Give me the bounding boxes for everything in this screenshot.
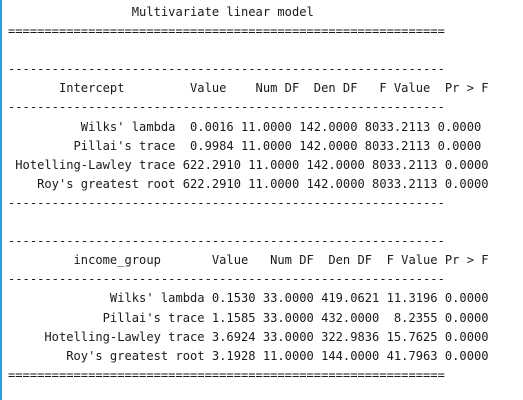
separator-single: ----------------------------------------… — [8, 195, 445, 210]
separator-single: ----------------------------------------… — [8, 100, 445, 115]
income-group-pillai-row: Pillai's trace 1.1585 33.0000 432.0000 8… — [8, 310, 489, 325]
output-title: Multivariate linear model — [8, 5, 314, 19]
income-group-header-row: income_group Value Num DF Den DF F Value… — [8, 253, 489, 268]
intercept-roy-row: Roy's greatest root 622.2910 11.0000 142… — [8, 176, 489, 191]
income-group-wilks-row: Wilks' lambda 0.1530 33.0000 419.0621 11… — [8, 291, 489, 306]
separator-single: ----------------------------------------… — [8, 62, 445, 77]
intercept-header-row: Intercept Value Num DF Den DF F Value Pr… — [8, 81, 489, 96]
mv-test-output: Multivariate linear model ===============… — [8, 3, 489, 385]
cell-output-indicator — [0, 0, 2, 400]
separator-single: ----------------------------------------… — [8, 272, 445, 287]
income-group-hotelling-row: Hotelling-Lawley trace 3.6924 33.0000 32… — [8, 329, 489, 344]
separator-double: ========================================… — [8, 24, 445, 39]
intercept-wilks-row: Wilks' lambda 0.0016 11.0000 142.0000 80… — [8, 119, 482, 134]
intercept-hotelling-row: Hotelling-Lawley trace 622.2910 11.0000 … — [8, 157, 489, 172]
income-group-roy-row: Roy's greatest root 3.1928 11.0000 144.0… — [8, 348, 489, 363]
separator-double: ========================================… — [8, 367, 445, 382]
separator-single: ----------------------------------------… — [8, 234, 445, 249]
intercept-pillai-row: Pillai's trace 0.9984 11.0000 142.0000 8… — [8, 138, 482, 153]
